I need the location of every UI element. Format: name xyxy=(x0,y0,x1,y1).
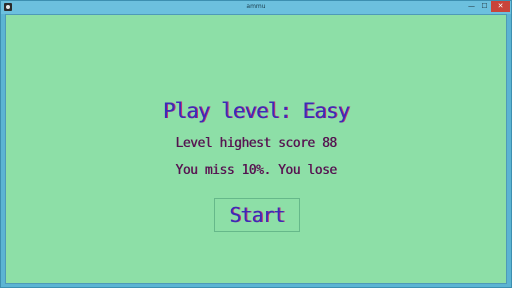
maximize-button[interactable]: ☐ xyxy=(478,1,491,12)
title-bar[interactable]: ammu — ☐ ✕ xyxy=(1,1,511,14)
window-title: ammu xyxy=(246,3,266,10)
game-window: ammu — ☐ ✕ Play level: Easy Level highes… xyxy=(0,0,512,288)
result-status-text: You miss 10%. You lose xyxy=(175,163,337,178)
highest-score-text: Level highest score 88 xyxy=(175,136,337,151)
close-button[interactable]: ✕ xyxy=(491,1,510,12)
level-title: Play level: Easy xyxy=(162,99,350,123)
minimize-button[interactable]: — xyxy=(465,1,478,12)
start-button[interactable]: Start xyxy=(214,198,300,232)
game-area: Play level: Easy Level highest score 88 … xyxy=(5,14,507,284)
